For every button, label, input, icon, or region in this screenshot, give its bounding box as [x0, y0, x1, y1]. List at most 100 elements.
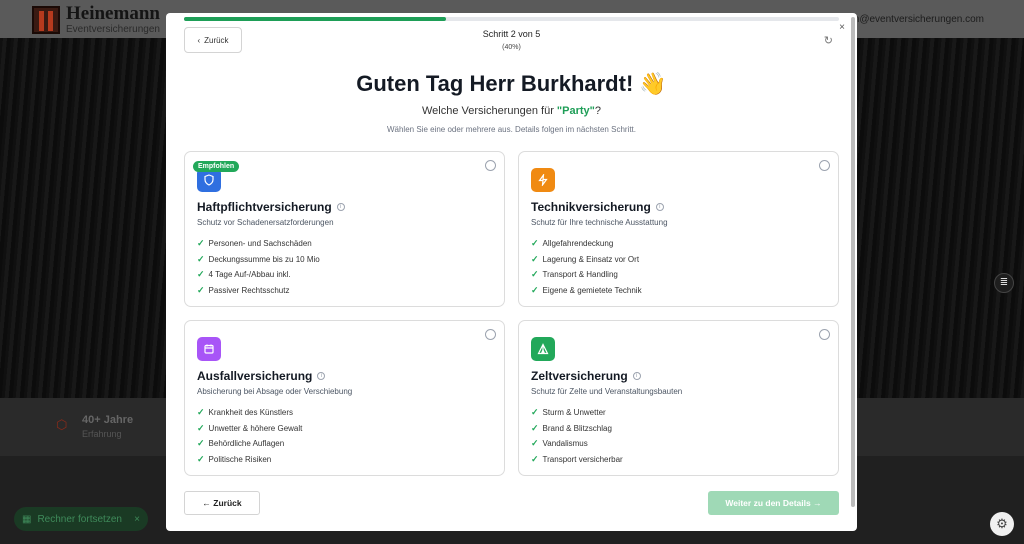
check-icon: ✓ — [531, 438, 539, 449]
feature-list: ✓ Sturm & Unwetter ✓ Brand & Blitzschlag ✓… — [531, 405, 623, 467]
check-icon: ✓ — [531, 422, 539, 433]
reset-icon[interactable]: ↻ — [824, 34, 833, 47]
card-zelt[interactable]: Zeltversicherung i Schutz für Zelte und … — [518, 320, 839, 476]
list-item: ✓ Deckungssumme bis zu 10 Mio — [197, 252, 320, 268]
stat-label: Erfahrung — [82, 429, 122, 439]
list-icon[interactable]: ≣ — [994, 273, 1014, 293]
stat-experience: ⬡ 40+ Jahre Erfahrung — [56, 414, 133, 439]
list-item: ✓ Vandalismus — [531, 436, 623, 452]
list-item: ✓ Unwetter & höhere Gewalt — [197, 421, 302, 437]
info-icon[interactable]: i — [317, 372, 326, 380]
list-item: ✓ 4 Tage Auf-/Abbau inkl. — [197, 267, 320, 283]
check-icon: ✓ — [531, 269, 539, 280]
check-icon: ✓ — [531, 284, 539, 295]
card-description: Schutz für Zelte und Veranstaltungsbaute… — [531, 387, 683, 396]
check-icon: ✓ — [197, 407, 205, 418]
card-title: Zeltversicherung i — [531, 369, 641, 383]
recommended-badge: Empfohlen — [193, 161, 240, 172]
hint-text: Wählen Sie eine oder mehrere aus. Detail… — [386, 125, 636, 134]
list-item: ✓ Personen- und Sachschäden — [197, 236, 320, 252]
info-icon[interactable]: i — [632, 372, 641, 380]
card-title: Technikversicherung i — [531, 200, 664, 214]
feature-text: Sturm & Unwetter — [542, 408, 606, 418]
feature-text: Vandalismus — [542, 439, 588, 449]
check-icon: ✓ — [197, 422, 205, 433]
list-item: ✓ Krankheit des Künstlers — [197, 405, 302, 421]
question-suffix: ? — [594, 105, 601, 117]
logo-mark-icon — [32, 5, 60, 34]
list-item: ✓ Behördliche Auflagen — [197, 436, 302, 452]
check-icon: ✓ — [197, 253, 205, 264]
list-item: ✓ Passiver Rechtsschutz — [197, 283, 320, 299]
feature-text: Politische Risiken — [208, 454, 272, 464]
back-button[interactable]: ← Zurück — [184, 491, 260, 515]
event-name: "Party" — [556, 105, 595, 117]
logo-name: Heinemann — [66, 3, 160, 24]
check-icon: ✓ — [197, 284, 205, 295]
feature-text: Behördliche Auflagen — [208, 439, 285, 449]
feature-text: Lagerung & Einsatz vor Ort — [542, 254, 640, 264]
select-radio[interactable] — [819, 329, 830, 340]
progress-fill — [184, 17, 446, 21]
card-title-text: Ausfallversicherung — [197, 369, 313, 383]
feature-text: Eigene & gemietete Technik — [542, 285, 642, 295]
gear-icon[interactable]: ⚙ — [990, 512, 1014, 536]
calendar-icon — [197, 337, 221, 361]
tent-icon — [531, 337, 555, 361]
site-logo[interactable]: Heinemann Eventversicherungen — [32, 4, 160, 35]
feature-text: Krankheit des Künstlers — [208, 408, 294, 418]
card-description: Absicherung bei Absage oder Verschiebung — [197, 387, 353, 396]
check-icon: ✓ — [197, 238, 205, 249]
feature-text: Unwetter & höhere Gewalt — [208, 423, 303, 433]
feature-text: Allgefahrendeckung — [542, 239, 614, 249]
feature-text: Deckungssumme bis zu 10 Mio — [208, 254, 320, 264]
card-technik[interactable]: Technikversicherung i Schutz für Ihre te… — [518, 151, 839, 307]
list-item: ✓ Transport versicherbar — [531, 452, 623, 468]
card-title: Ausfallversicherung i — [197, 369, 326, 383]
info-icon[interactable]: i — [655, 203, 664, 211]
check-icon: ✓ — [197, 453, 205, 464]
card-haftpflicht[interactable]: Empfohlen Haftpflichtversicherung i Schu… — [184, 151, 505, 307]
feature-list: ✓ Allgefahrendeckung ✓ Lagerung & Einsatz … — [531, 236, 642, 298]
check-icon: ✓ — [531, 238, 539, 249]
question-prefix: Welche Versicherungen für — [421, 105, 557, 117]
next-button[interactable]: Weiter zu den Details → — [708, 491, 839, 515]
card-title-text: Technikversicherung — [531, 200, 651, 214]
calculator-icon: ▦ — [22, 513, 32, 525]
header-email-link[interactable]: tim@eventversicherungen.com — [846, 14, 984, 25]
check-icon: ✓ — [531, 253, 539, 264]
check-icon: ✓ — [197, 438, 205, 449]
card-title-text: Zeltversicherung — [531, 369, 628, 383]
insurance-wizard-modal: ‹ Zurück Schritt 2 von 5 (40%) × ↻ Guten… — [166, 13, 857, 531]
feature-text: 4 Tage Auf-/Abbau inkl. — [208, 270, 291, 280]
select-radio[interactable] — [819, 160, 830, 171]
list-item: ✓ Lagerung & Einsatz vor Ort — [531, 252, 642, 268]
card-ausfall[interactable]: Ausfallversicherung i Absicherung bei Ab… — [184, 320, 505, 476]
logo-subtitle: Eventversicherungen — [66, 24, 160, 35]
list-item: ✓ Politische Risiken — [197, 452, 302, 468]
feature-text: Transport versicherbar — [542, 454, 623, 464]
feature-list: ✓ Personen- und Sachschäden ✓ Deckungssumm… — [197, 236, 320, 298]
card-title: Haftpflichtversicherung i — [197, 200, 345, 214]
close-icon[interactable]: × — [839, 22, 845, 33]
list-item: ✓ Transport & Handling — [531, 267, 642, 283]
check-icon: ✓ — [197, 269, 205, 280]
select-radio[interactable] — [485, 160, 496, 171]
close-icon[interactable]: × — [134, 514, 140, 525]
feature-text: Brand & Blitzschlag — [542, 423, 612, 433]
step-percent: (40%) — [502, 44, 521, 51]
card-description: Schutz vor Schadenersatzforderungen — [197, 218, 334, 227]
info-icon[interactable]: i — [336, 203, 345, 211]
lightning-icon — [531, 168, 555, 192]
stat-value: 40+ Jahre — [82, 414, 134, 426]
list-item: ✓ Brand & Blitzschlag — [531, 421, 623, 437]
list-item: ✓ Sturm & Unwetter — [531, 405, 623, 421]
page-title: Guten Tag Herr Burkhardt! 👋 — [356, 71, 667, 96]
select-radio[interactable] — [485, 329, 496, 340]
card-description: Schutz für Ihre technische Ausstattung — [531, 218, 668, 227]
feature-text: Personen- und Sachschäden — [208, 239, 312, 249]
feature-text: Transport & Handling — [542, 270, 618, 280]
check-icon: ✓ — [531, 407, 539, 418]
card-title-text: Haftpflichtversicherung — [197, 200, 332, 214]
resume-calculator-pill[interactable]: ▦ Rechner fortsetzen × — [14, 507, 148, 531]
